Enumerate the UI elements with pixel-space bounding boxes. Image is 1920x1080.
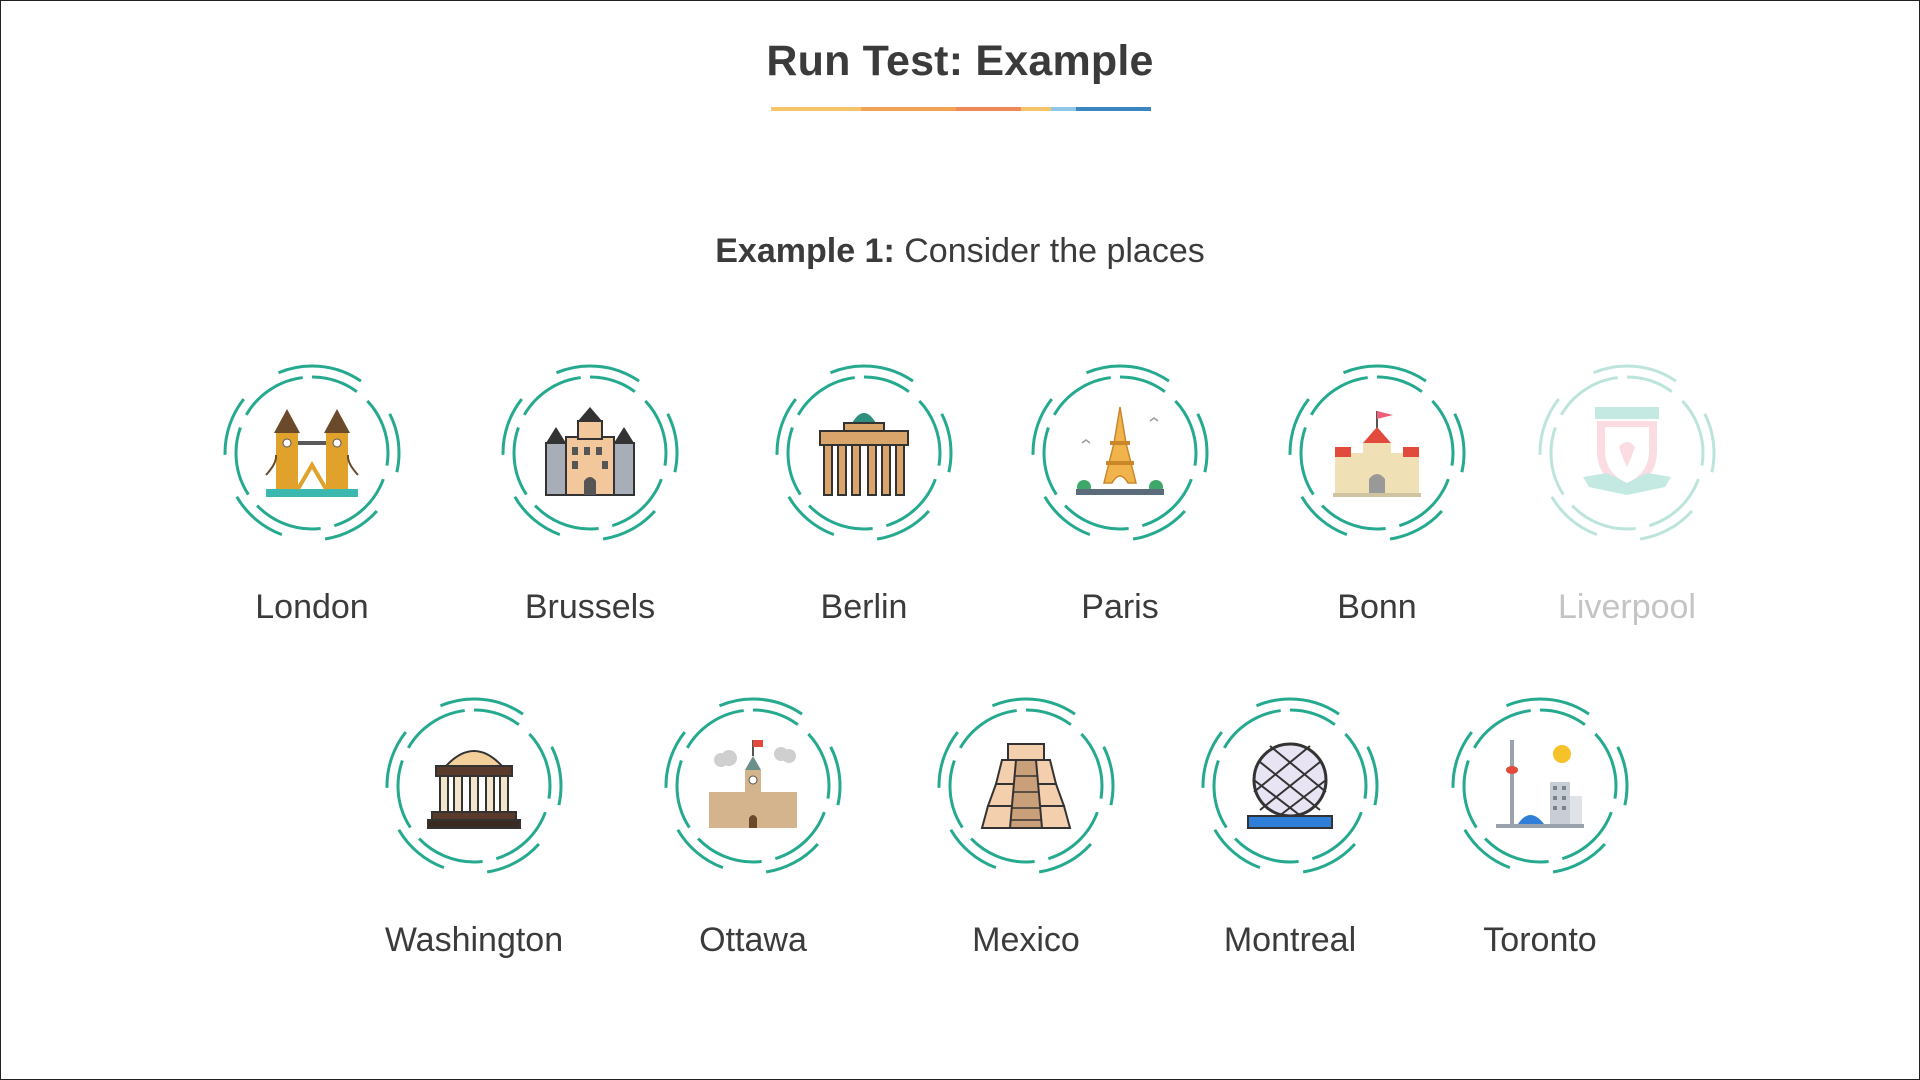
example-lead: Example 1: [715,232,895,270]
place-washington[interactable]: Washington [344,696,604,959]
place-liverpool[interactable]: Liverpool [1497,363,1757,626]
biosphere-dome-icon [1247,742,1333,829]
eiffel-tower-icon [1076,406,1164,495]
place-berlin[interactable]: Berlin [734,363,994,626]
city-hall-icon [545,407,635,496]
place-label: Toronto [1483,921,1597,959]
example-intro: Example 1: Consider the places [1,232,1919,271]
cn-tower-icon [1496,740,1584,828]
place-label: Ottawa [699,921,807,959]
place-label: Berlin [820,588,908,626]
place-bonn[interactable]: Bonn [1247,363,1507,626]
football-crest-icon [1583,407,1671,495]
place-label: Bonn [1337,588,1417,626]
place-label: Brussels [524,588,656,626]
place-paris[interactable]: Paris [990,363,1250,626]
place-brussels[interactable]: Brussels [460,363,720,626]
memorial-rotunda-icon [427,750,521,829]
place-label: Washington [384,921,564,959]
place-toronto[interactable]: Toronto [1410,696,1670,959]
example-text: Consider the places [904,232,1205,270]
place-ottawa[interactable]: Ottawa [623,696,883,959]
tower-bridge-icon [265,409,359,497]
place-mexico[interactable]: Mexico [896,696,1156,959]
title-underline [771,107,1151,111]
place-label: London [255,588,369,626]
place-montreal[interactable]: Montreal [1160,696,1420,959]
page-title: Run Test: Example [766,37,1154,85]
place-label: Mexico [972,921,1080,959]
pyramid-icon [980,743,1072,829]
place-label: Montreal [1223,921,1357,959]
brandenburg-gate-icon [819,413,909,496]
place-label: Paris [1081,588,1159,626]
place-label: Liverpool [1558,588,1696,626]
place-london[interactable]: London [182,363,442,626]
slide-frame: Run Test: Example Example 1: Consider th… [0,0,1920,1080]
parliament-tower-icon [709,740,797,828]
castle-icon [1333,411,1421,497]
